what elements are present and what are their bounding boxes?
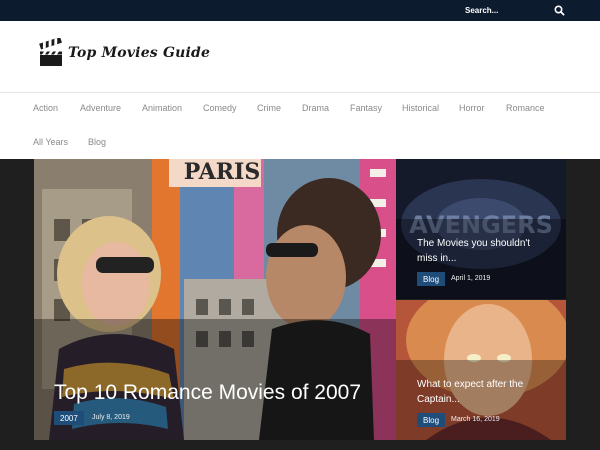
nav-item-comedy[interactable]: Comedy bbox=[203, 103, 237, 113]
featured-side-card-1[interactable]: AVENGERS The Movies you shouldn't miss i… bbox=[396, 159, 566, 299]
top-bar bbox=[0, 0, 600, 21]
side-card-1-date: April 1, 2019 bbox=[451, 275, 491, 282]
nav-item-action[interactable]: Action bbox=[33, 103, 58, 113]
nav-item-romance[interactable]: Romance bbox=[506, 103, 545, 113]
clapperboard-icon bbox=[39, 38, 62, 66]
side-card-2-title[interactable]: What to expect after the Captain... bbox=[417, 377, 552, 407]
nav-item-blog[interactable]: Blog bbox=[88, 137, 106, 147]
nav-item-adventure[interactable]: Adventure bbox=[80, 103, 121, 113]
main-card-title[interactable]: Top 10 Romance Movies of 2007 bbox=[54, 381, 361, 405]
featured-main-card[interactable]: PARIS Top 10 Romance Movies of 2007 2007… bbox=[34, 159, 396, 440]
nav-item-horror[interactable]: Horror bbox=[459, 103, 485, 113]
nav-item-fantasy[interactable]: Fantasy bbox=[350, 103, 382, 113]
main-card-date: July 8, 2019 bbox=[92, 414, 130, 421]
nav-item-drama[interactable]: Drama bbox=[302, 103, 329, 113]
logo-text: Top Movies Guide bbox=[68, 45, 211, 61]
nav-item-crime[interactable]: Crime bbox=[257, 103, 281, 113]
side-card-1-title[interactable]: The Movies you shouldn't miss in... bbox=[417, 236, 552, 266]
main-card-tag[interactable]: 2007 bbox=[54, 411, 84, 425]
side-card-2-tag[interactable]: Blog bbox=[417, 413, 446, 427]
search-form bbox=[462, 3, 572, 18]
side-card-2-date: March 16, 2019 bbox=[451, 416, 500, 423]
nav-item-all-years[interactable]: All Years bbox=[33, 137, 68, 147]
nav-item-historical[interactable]: Historical bbox=[402, 103, 439, 113]
nav-item-animation[interactable]: Animation bbox=[142, 103, 182, 113]
search-icon[interactable] bbox=[553, 4, 566, 17]
search-input[interactable] bbox=[462, 3, 552, 18]
side-card-1-tag[interactable]: Blog bbox=[417, 272, 446, 286]
site-logo[interactable]: Top Movies Guide bbox=[38, 38, 211, 70]
paris-sign-text: PARIS bbox=[184, 159, 260, 185]
category-nav: Action Adventure Animation Comedy Crime … bbox=[0, 93, 600, 159]
featured-side-card-2[interactable]: What to expect after the Captain... Blog… bbox=[396, 300, 566, 440]
